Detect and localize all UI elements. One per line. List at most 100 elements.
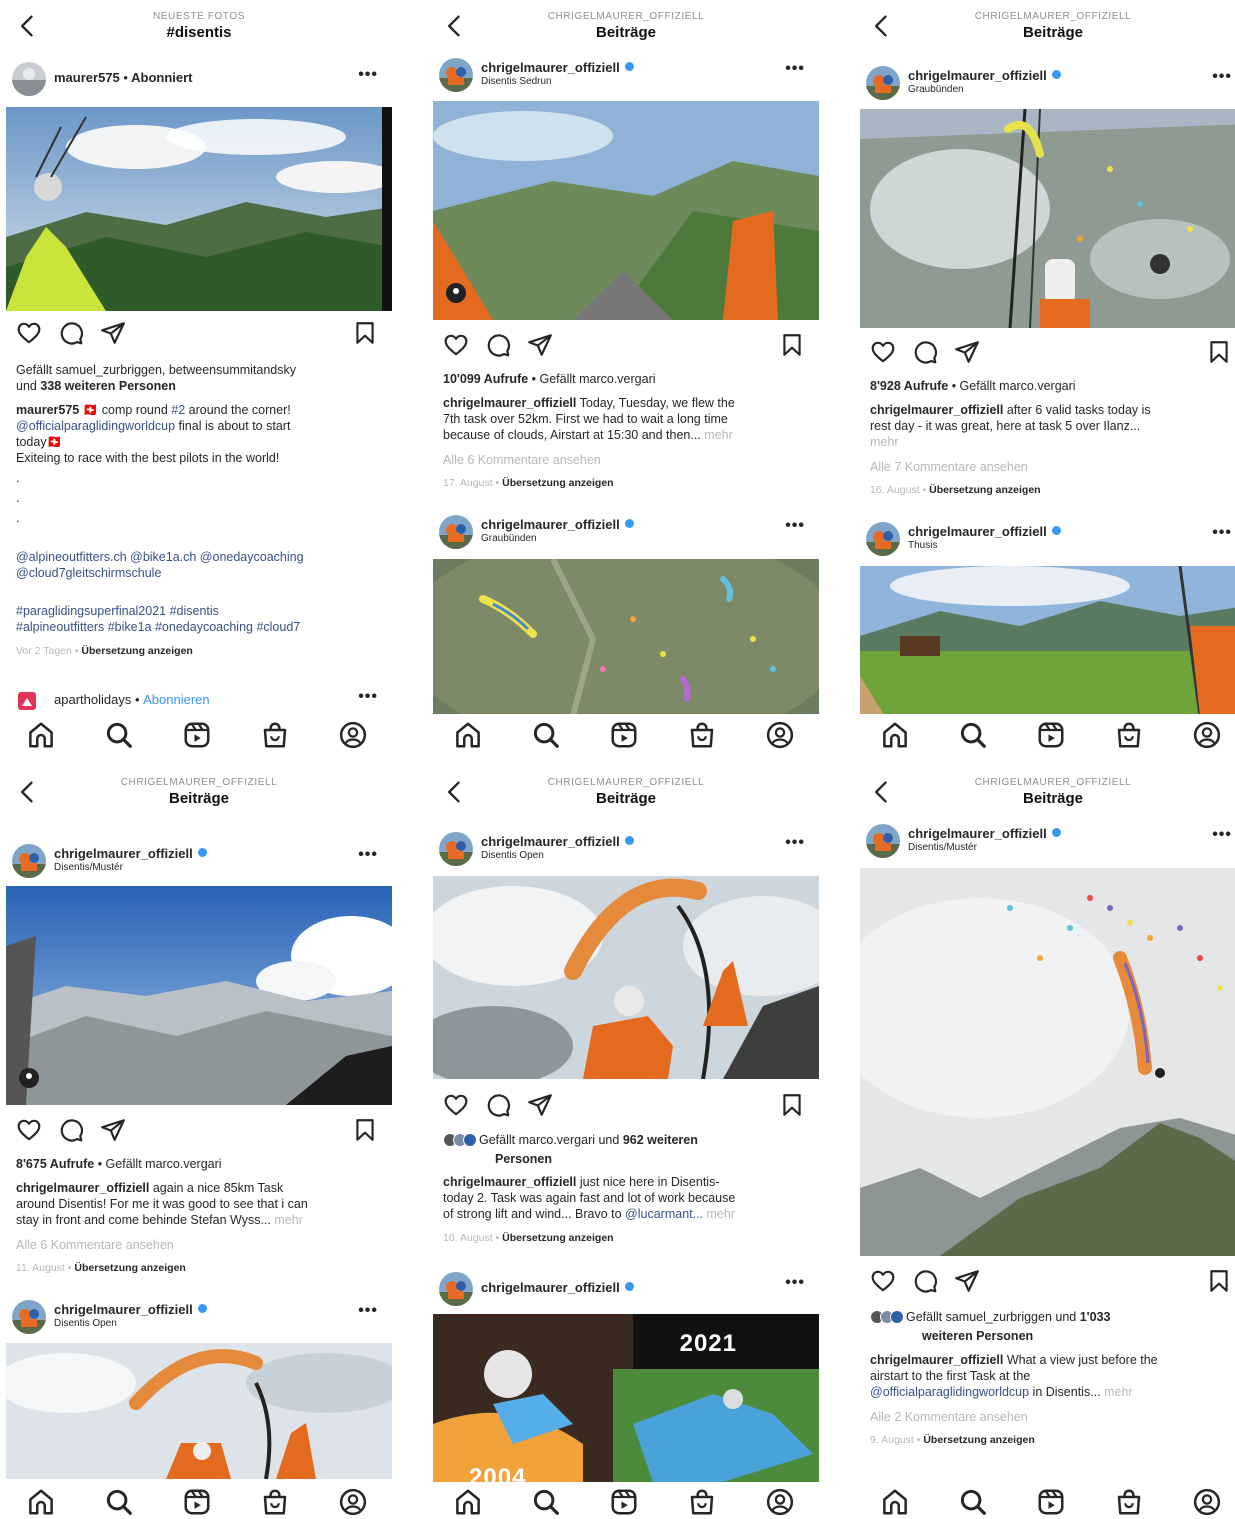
likes-text[interactable]: Gefällt samuel_zurbriggen und 1'033 weit… <box>870 1309 1232 1344</box>
reels-icon[interactable] <box>182 720 212 750</box>
likes-text[interactable]: Gefällt samuel_zurbriggen, betweensummit… <box>16 362 378 394</box>
home-icon[interactable] <box>453 1487 483 1517</box>
post-username[interactable]: chrigelmaurer_offiziell <box>908 68 1061 83</box>
profile-icon[interactable] <box>1192 1487 1222 1517</box>
following-button[interactable]: Abonniert <box>131 70 192 85</box>
post-location[interactable]: Disentis Sedrun <box>481 76 552 87</box>
shop-icon[interactable] <box>1114 1487 1144 1517</box>
shop-icon[interactable] <box>260 1487 290 1517</box>
post-username[interactable]: chrigelmaurer_offiziell <box>481 517 634 532</box>
share-icon[interactable] <box>527 332 553 358</box>
home-icon[interactable] <box>880 720 910 750</box>
post-location[interactable]: Disentis/Mustér <box>54 862 123 873</box>
post-photo[interactable]: 2021 2004 <box>433 1314 819 1482</box>
more-options-icon[interactable]: ••• <box>358 688 378 706</box>
save-icon[interactable] <box>1206 1268 1232 1294</box>
avatar[interactable] <box>12 62 46 96</box>
views-likes[interactable]: 8'928 Aufrufe • Gefällt marco.vergari <box>870 378 1232 394</box>
more-options-icon[interactable]: ••• <box>358 846 378 864</box>
search-icon[interactable] <box>531 1487 561 1517</box>
comment-icon[interactable] <box>58 1117 84 1143</box>
more-options-icon[interactable]: ••• <box>1212 524 1232 542</box>
more-options-icon[interactable]: ••• <box>1212 68 1232 86</box>
translate-link[interactable]: Übersetzung anzeigen <box>502 1232 613 1244</box>
comment-icon[interactable] <box>485 332 511 358</box>
shop-icon[interactable] <box>687 1487 717 1517</box>
like-icon[interactable] <box>870 339 896 365</box>
shop-icon[interactable] <box>1114 720 1144 750</box>
post-location[interactable]: Graubünden <box>481 533 537 544</box>
reels-icon[interactable] <box>182 1487 212 1517</box>
follow-button[interactable]: Abonnieren <box>143 692 210 707</box>
post-username[interactable]: chrigelmaurer_offiziell <box>481 1280 634 1295</box>
post-photo[interactable] <box>860 109 1235 328</box>
profile-icon[interactable] <box>765 720 795 750</box>
more-options-icon[interactable]: ••• <box>785 517 805 535</box>
comment-icon[interactable] <box>485 1092 511 1118</box>
translate-link[interactable]: Übersetzung anzeigen <box>81 645 192 657</box>
post-photo[interactable] <box>6 107 392 311</box>
like-icon[interactable] <box>16 320 42 346</box>
more-link[interactable]: mehr <box>703 1207 735 1221</box>
more-link[interactable]: mehr <box>271 1213 302 1227</box>
save-icon[interactable] <box>779 1092 805 1118</box>
caption-hashtags[interactable]: #paraglidingsuperfinal2021 #disentis #al… <box>16 603 378 635</box>
reels-icon[interactable] <box>609 1487 639 1517</box>
search-icon[interactable] <box>104 1487 134 1517</box>
post-username[interactable]: chrigelmaurer_offiziell <box>54 1302 207 1317</box>
avatar[interactable] <box>866 522 900 556</box>
views-likes[interactable]: 8'675 Aufrufe • Gefällt marco.vergari <box>16 1156 378 1172</box>
views-likes[interactable]: 10'099 Aufrufe • Gefällt marco.vergari <box>443 371 805 387</box>
more-options-icon[interactable]: ••• <box>358 1302 378 1320</box>
post-username[interactable]: apartholidays • Abonnieren <box>54 692 210 707</box>
post-username[interactable]: chrigelmaurer_offiziell <box>481 834 634 849</box>
view-comments-link[interactable]: Alle 7 Kommentare ansehen <box>870 459 1232 475</box>
profile-icon[interactable] <box>1192 720 1222 750</box>
home-icon[interactable] <box>880 1487 910 1517</box>
translate-link[interactable]: Übersetzung anzeigen <box>502 477 613 489</box>
post-photo[interactable] <box>860 566 1235 716</box>
avatar[interactable] <box>866 824 900 858</box>
home-icon[interactable] <box>26 1487 56 1517</box>
save-icon[interactable] <box>1206 339 1232 365</box>
like-icon[interactable] <box>16 1117 42 1143</box>
more-link[interactable]: mehr <box>870 434 1232 450</box>
view-comments-link[interactable]: Alle 2 Kommentare ansehen <box>870 1409 1232 1425</box>
reels-icon[interactable] <box>1036 1487 1066 1517</box>
translate-link[interactable]: Übersetzung anzeigen <box>74 1262 185 1274</box>
share-icon[interactable] <box>100 1117 126 1143</box>
post-location[interactable]: Thusis <box>908 540 937 551</box>
post-photo[interactable] <box>433 101 819 320</box>
more-link[interactable]: mehr <box>1101 1385 1132 1399</box>
share-icon[interactable] <box>954 339 980 365</box>
like-icon[interactable] <box>870 1268 896 1294</box>
more-link[interactable]: mehr <box>701 428 732 442</box>
more-options-icon[interactable]: ••• <box>785 60 805 78</box>
post-username[interactable]: chrigelmaurer_offiziell <box>908 826 1061 841</box>
post-photo[interactable] <box>6 1343 392 1479</box>
avatar[interactable] <box>439 832 473 866</box>
share-icon[interactable] <box>100 320 126 346</box>
reels-icon[interactable] <box>609 720 639 750</box>
translate-link[interactable]: Übersetzung anzeigen <box>923 1434 1034 1446</box>
avatar[interactable] <box>12 1300 46 1334</box>
post-photo[interactable] <box>433 876 819 1079</box>
caption-mentions[interactable]: @alpineoutfitters.ch @bike1a.ch @onedayc… <box>16 549 378 581</box>
more-options-icon[interactable]: ••• <box>358 66 378 84</box>
post-photo[interactable] <box>860 868 1235 1256</box>
post-photo[interactable] <box>6 886 392 1105</box>
comment-icon[interactable] <box>58 320 84 346</box>
avatar[interactable] <box>439 1272 473 1306</box>
avatar[interactable] <box>12 844 46 878</box>
shop-icon[interactable] <box>687 720 717 750</box>
like-icon[interactable] <box>443 332 469 358</box>
search-icon[interactable] <box>958 720 988 750</box>
search-icon[interactable] <box>958 1487 988 1517</box>
shop-icon[interactable] <box>260 720 290 750</box>
avatar[interactable] <box>439 515 473 549</box>
search-icon[interactable] <box>531 720 561 750</box>
save-icon[interactable] <box>779 332 805 358</box>
post-username[interactable]: chrigelmaurer_offiziell <box>908 524 1061 539</box>
profile-icon[interactable] <box>765 1487 795 1517</box>
post-location[interactable]: Disentis/Mustér <box>908 842 977 853</box>
